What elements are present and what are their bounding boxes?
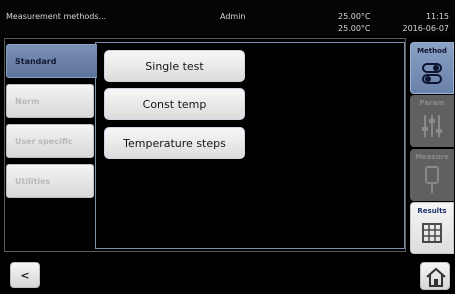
- home-button[interactable]: [420, 262, 450, 290]
- back-label: <: [20, 268, 30, 282]
- probe-icon: [423, 165, 441, 197]
- tab-measure[interactable]: Measure: [410, 149, 454, 201]
- bottom-bar: [0, 254, 455, 294]
- table-icon: [421, 221, 443, 247]
- tab-label: Results: [417, 207, 447, 215]
- back-button[interactable]: <: [10, 262, 40, 288]
- category-utilities[interactable]: Utilities: [6, 164, 94, 198]
- temperature-steps-button[interactable]: Temperature steps: [104, 127, 245, 159]
- clock-date: 2016-06-07: [402, 24, 450, 33]
- tab-label: Measure: [415, 153, 449, 161]
- method-label: Single test: [145, 59, 204, 73]
- category-label: User specific: [15, 136, 73, 146]
- single-test-button[interactable]: Single test: [104, 50, 245, 82]
- category-label: Norm: [15, 96, 40, 106]
- tab-results[interactable]: Results: [410, 202, 454, 254]
- category-standard[interactable]: Standard: [6, 44, 97, 78]
- home-icon: [425, 266, 447, 292]
- method-label: Const temp: [142, 97, 207, 111]
- category-label: Utilities: [15, 176, 51, 186]
- screen-title: Measurement methods...: [6, 12, 107, 21]
- category-label: Standard: [15, 56, 57, 66]
- category-norm[interactable]: Norm: [6, 84, 94, 118]
- tab-label: Method: [417, 47, 447, 55]
- user-name: Admin: [220, 12, 246, 21]
- tab-param[interactable]: Param: [410, 95, 454, 147]
- status-bar: Measurement methods... Admin 25.00°C 25.…: [0, 0, 455, 36]
- category-user-specific[interactable]: User specific: [6, 124, 94, 158]
- tab-method[interactable]: Method: [410, 42, 454, 94]
- tab-label: Param: [419, 99, 445, 107]
- const-temp-button[interactable]: Const temp: [104, 88, 245, 120]
- clock-time: 11:15: [425, 12, 449, 21]
- temperature-1: 25.00°C: [338, 12, 371, 21]
- temperature-2: 25.00°C: [338, 24, 371, 33]
- toggle-icon: [421, 61, 443, 87]
- method-label: Temperature steps: [123, 136, 226, 150]
- sliders-icon: [421, 113, 443, 141]
